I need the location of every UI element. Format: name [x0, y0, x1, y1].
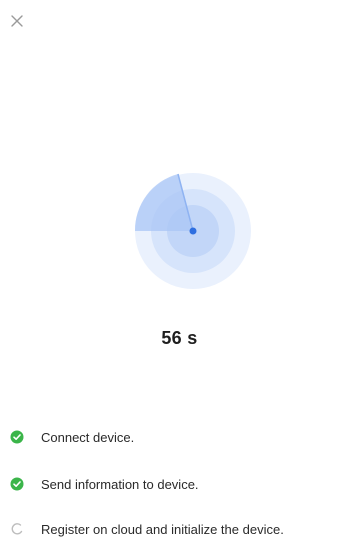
step-send-information: Send information to device.: [10, 474, 199, 494]
step-register-cloud: Register on cloud and initialize the dev…: [10, 519, 284, 539]
step-connect-device: Connect device.: [10, 427, 134, 447]
close-button[interactable]: [6, 10, 28, 32]
step-label: Connect device.: [41, 429, 135, 445]
step-label: Register on cloud and initialize the dev…: [41, 521, 284, 537]
check-circle-icon: [10, 430, 24, 444]
step-label: Send information to device.: [41, 476, 199, 492]
radar-animation: [133, 171, 253, 291]
spinner-icon: [10, 522, 24, 536]
close-icon: [11, 15, 23, 27]
radar-center-dot: [189, 227, 197, 235]
check-circle-icon: [10, 477, 24, 491]
countdown-timer: 56 s: [161, 328, 198, 348]
